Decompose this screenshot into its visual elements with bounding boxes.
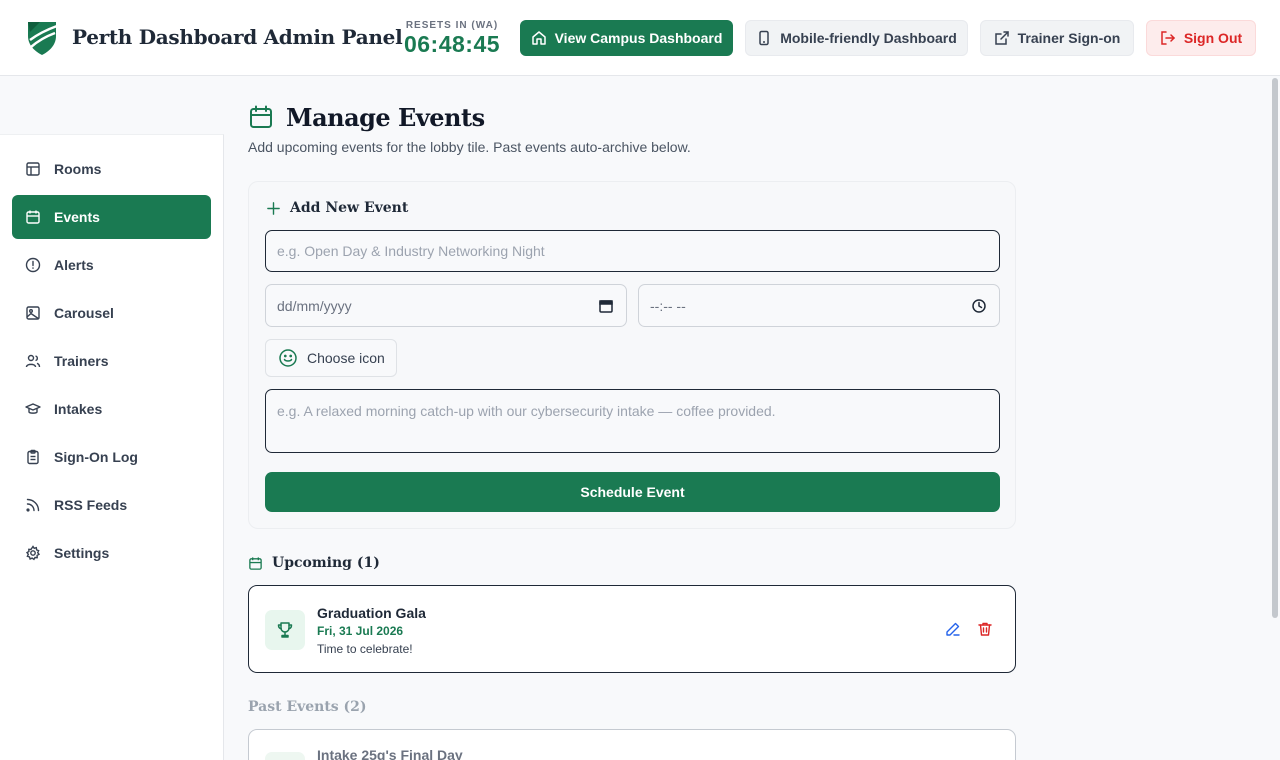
timer-label: RESETS IN (WA) xyxy=(405,20,499,31)
timer-value: 06:48:45 xyxy=(403,31,501,57)
event-icon-badge xyxy=(265,610,305,650)
sign-out-label: Sign Out xyxy=(1183,30,1243,46)
past-event-card: Intake 25g's Final Day xyxy=(248,729,1016,760)
calendar-icon xyxy=(26,210,40,224)
event-description: Time to celebrate! xyxy=(317,642,413,656)
page-title: Manage Events xyxy=(286,103,485,132)
external-link-icon xyxy=(994,31,1009,45)
view-campus-dashboard-button[interactable]: View Campus Dashboard xyxy=(520,20,733,56)
add-event-card: Add New Event e.g. Open Day & Industry N… xyxy=(248,181,1016,529)
alert-circle-icon xyxy=(25,257,41,273)
sidebar-item-label: RSS Feeds xyxy=(54,497,128,513)
clock-icon[interactable] xyxy=(971,298,987,314)
choose-icon-label: Choose icon xyxy=(307,350,385,366)
calendar-picker-icon[interactable] xyxy=(598,298,614,314)
sidebar-item-sign-on-log[interactable]: Sign-On Log xyxy=(12,435,211,479)
event-description-placeholder: e.g. A relaxed morning catch-up with our… xyxy=(277,403,776,419)
reset-timer: RESETS IN (WA) 06:48:45 xyxy=(400,20,504,57)
sidebar-item-settings[interactable]: Settings xyxy=(12,531,211,575)
view-campus-dashboard-label: View Campus Dashboard xyxy=(554,30,723,46)
upcoming-heading-label: Upcoming (1) xyxy=(272,555,380,571)
event-name: Graduation Gala xyxy=(317,605,426,621)
app-title: Perth Dashboard Admin Panel xyxy=(72,25,403,49)
rss-icon xyxy=(26,498,40,512)
sidebar-item-alerts[interactable]: Alerts xyxy=(12,243,211,287)
event-date-input[interactable]: dd/mm/yyyy xyxy=(265,284,627,327)
sidebar: Rooms Events Alerts Carousel Trainers In… xyxy=(0,134,224,760)
sidebar-item-label: Alerts xyxy=(54,257,94,273)
choose-icon-button[interactable]: Choose icon xyxy=(265,339,397,377)
past-events-heading: Past Events (2) xyxy=(248,699,367,715)
plus-icon xyxy=(267,201,280,215)
event-title-input[interactable]: e.g. Open Day & Industry Networking Nigh… xyxy=(265,230,1000,272)
trophy-icon xyxy=(277,622,293,638)
event-name: Intake 25g's Final Day xyxy=(317,747,463,760)
sidebar-item-trainers[interactable]: Trainers xyxy=(12,339,211,383)
image-icon xyxy=(26,306,40,320)
trainer-sign-on-label: Trainer Sign-on xyxy=(1017,30,1121,46)
sign-out-button[interactable]: Sign Out xyxy=(1146,20,1256,56)
users-icon xyxy=(25,354,41,368)
event-description-textarea[interactable]: e.g. A relaxed morning catch-up with our… xyxy=(265,389,1000,453)
event-date: Fri, 31 Jul 2026 xyxy=(317,624,404,638)
event-time-placeholder: --:-- -- xyxy=(650,297,686,314)
trash-icon[interactable] xyxy=(977,621,993,637)
upcoming-heading: Upcoming (1) xyxy=(248,555,380,571)
sidebar-item-carousel[interactable]: Carousel xyxy=(12,291,211,335)
page-scrollbar[interactable] xyxy=(1272,78,1278,618)
sidebar-item-events[interactable]: Events xyxy=(12,195,211,239)
smartphone-icon xyxy=(759,30,769,46)
sidebar-item-label: Events xyxy=(54,209,100,225)
sidebar-item-label: Settings xyxy=(54,545,110,561)
event-title-placeholder: e.g. Open Day & Industry Networking Nigh… xyxy=(277,243,545,259)
event-card: Graduation Gala Fri, 31 Jul 2026 Time to… xyxy=(248,585,1016,673)
sidebar-item-intakes[interactable]: Intakes xyxy=(12,387,211,431)
clipboard-icon xyxy=(27,449,39,465)
log-out-icon xyxy=(1161,31,1175,45)
sidebar-item-label: Rooms xyxy=(54,161,102,177)
smile-icon xyxy=(279,349,297,367)
layout-icon xyxy=(26,162,40,176)
trainer-sign-on-button[interactable]: Trainer Sign-on xyxy=(980,20,1134,56)
top-header: Perth Dashboard Admin Panel RESETS IN (W… xyxy=(0,0,1280,76)
schedule-event-label: Schedule Event xyxy=(580,484,685,500)
calendar-icon xyxy=(249,556,262,570)
mobile-dashboard-label: Mobile-friendly Dashboard xyxy=(780,30,957,46)
home-icon xyxy=(531,31,546,45)
edit-icon[interactable] xyxy=(945,621,961,637)
calendar-icon xyxy=(250,105,272,128)
mobile-dashboard-button[interactable]: Mobile-friendly Dashboard xyxy=(745,20,968,56)
sidebar-item-label: Sign-On Log xyxy=(54,449,138,465)
past-events-heading-label: Past Events (2) xyxy=(248,699,367,715)
sidebar-item-label: Intakes xyxy=(54,401,103,417)
gear-icon xyxy=(25,545,41,561)
event-date-placeholder: dd/mm/yyyy xyxy=(277,297,352,314)
add-event-heading: Add New Event xyxy=(266,200,408,216)
add-event-heading-label: Add New Event xyxy=(290,200,409,216)
page-subtitle: Add upcoming events for the lobby tile. … xyxy=(248,139,691,155)
event-icon-badge xyxy=(265,752,305,760)
graduation-cap-icon xyxy=(25,403,41,414)
sidebar-item-rooms[interactable]: Rooms xyxy=(12,147,211,191)
sidebar-item-rss-feeds[interactable]: RSS Feeds xyxy=(12,483,211,527)
sidebar-item-label: Trainers xyxy=(54,353,109,369)
sidebar-item-label: Carousel xyxy=(54,305,114,321)
event-time-input[interactable]: --:-- -- xyxy=(638,284,1000,327)
schedule-event-button[interactable]: Schedule Event xyxy=(265,472,1000,512)
shield-logo-icon xyxy=(28,22,58,55)
